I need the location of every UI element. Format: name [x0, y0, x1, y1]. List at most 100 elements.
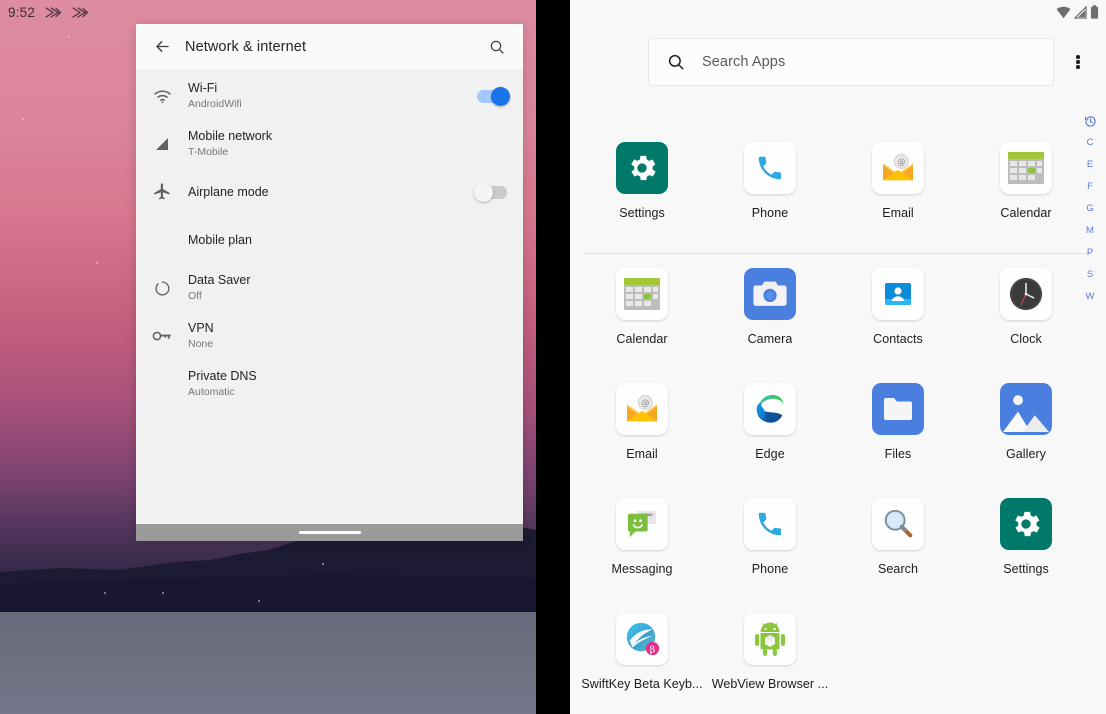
settings-row-label: Mobile plan	[188, 233, 461, 248]
app-label: Search	[878, 562, 918, 576]
app-label: Calendar	[1000, 206, 1051, 220]
app-item-calendar[interactable]: Calendar	[962, 138, 1090, 253]
settings-row-airplane-mode[interactable]: Airplane mode	[136, 168, 523, 216]
home-gesture-pill[interactable]	[299, 531, 361, 534]
app-label: Clock	[1010, 332, 1042, 346]
settings-row-vpn[interactable]: VPN None	[136, 312, 523, 360]
calendar-icon	[616, 268, 668, 320]
app-row: β SwiftKey Beta Keyb...	[578, 609, 1098, 709]
app-grid: Settings Phone @	[570, 138, 1106, 709]
index-letter[interactable]: M	[1079, 220, 1101, 242]
app-item-phone[interactable]: Phone	[706, 138, 834, 253]
app-item-clock[interactable]: Clock	[962, 264, 1090, 379]
magnifier-search-icon	[872, 498, 924, 550]
app-label: Settings	[619, 206, 665, 220]
settings-row-sublabel: Off	[188, 289, 461, 303]
signal-cellular-icon	[136, 135, 188, 153]
left-device-screen: 9:52 Network & internet	[0, 0, 536, 714]
search-placeholder: Search Apps	[702, 54, 785, 70]
settings-row-sublabel: T-Mobile	[188, 145, 461, 159]
contacts-icon	[872, 268, 924, 320]
wifi-icon	[136, 89, 188, 104]
app-label: SwiftKey Beta Keyb...	[581, 677, 702, 691]
app-item-phone[interactable]: Phone	[706, 494, 834, 609]
index-letter[interactable]: S	[1079, 264, 1101, 286]
index-letter[interactable]: F	[1079, 176, 1101, 198]
svg-text:@: @	[641, 398, 649, 408]
settings-row-label: Mobile network	[188, 129, 461, 144]
email-envelope-icon: @	[872, 142, 924, 194]
airplane-mode-toggle[interactable]	[477, 186, 507, 199]
app-label: Files	[885, 447, 912, 461]
right-status-bar	[1056, 3, 1099, 21]
svg-text:β: β	[650, 644, 656, 655]
index-letter[interactable]: E	[1079, 154, 1101, 176]
vpn-key-icon	[136, 330, 188, 342]
search-input[interactable]: Search Apps	[648, 38, 1054, 86]
more-vertical-icon[interactable]	[1058, 40, 1098, 84]
app-item-gallery[interactable]: Gallery	[962, 379, 1090, 494]
index-letter[interactable]: G	[1079, 198, 1101, 220]
settings-row-private-dns[interactable]: Private DNS Automatic	[136, 360, 523, 408]
navigation-bar	[136, 524, 523, 541]
phone-handset-icon	[744, 498, 796, 550]
swiftkey-icon: β	[616, 613, 668, 665]
app-item-settings[interactable]: Settings	[962, 494, 1090, 609]
settings-row-label: VPN	[188, 321, 461, 336]
recent-apps-divider	[584, 253, 1092, 254]
edge-browser-icon	[744, 383, 796, 435]
settings-row-mobile-network[interactable]: Mobile network T-Mobile	[136, 120, 523, 168]
swipe-indicator-icon	[44, 6, 62, 19]
app-item-webview-browser[interactable]: WebView Browser ...	[706, 609, 834, 709]
wifi-toggle[interactable]	[477, 90, 507, 103]
recent-history-icon[interactable]	[1084, 110, 1097, 132]
svg-text:@: @	[897, 157, 905, 167]
app-row: @ Email	[578, 379, 1098, 494]
app-item-swiftkey-beta-keyboard[interactable]: β SwiftKey Beta Keyb...	[578, 609, 706, 709]
drawer-top-bar: Search Apps	[570, 36, 1106, 88]
alphabet-index-scrollbar[interactable]: C E F G M P S W	[1078, 110, 1102, 308]
app-item-search[interactable]: Search	[834, 494, 962, 609]
index-letter[interactable]: P	[1079, 242, 1101, 264]
settings-row-label: Private DNS	[188, 369, 461, 384]
data-saver-icon	[136, 280, 188, 297]
calendar-icon	[1000, 142, 1052, 194]
search-icon[interactable]	[485, 35, 509, 59]
app-item-edge[interactable]: Edge	[706, 379, 834, 494]
settings-gear-icon	[1000, 498, 1052, 550]
app-label: Calendar	[616, 332, 667, 346]
swipe-indicator-icon	[71, 6, 89, 19]
app-item-camera[interactable]: Camera	[706, 264, 834, 379]
index-letter[interactable]: W	[1079, 286, 1101, 308]
app-label: Phone	[752, 562, 788, 576]
settings-row-sublabel: Automatic	[188, 385, 461, 399]
settings-row-control	[461, 90, 523, 103]
app-label: Edge	[755, 447, 784, 461]
settings-row-mobile-plan[interactable]: Mobile plan	[136, 216, 523, 264]
battery-icon	[1090, 5, 1099, 19]
email-envelope-icon: @	[616, 383, 668, 435]
phone-handset-icon	[744, 142, 796, 194]
index-letter[interactable]: C	[1079, 132, 1101, 154]
app-item-contacts[interactable]: Contacts	[834, 264, 962, 379]
settings-row-data-saver[interactable]: Data Saver Off	[136, 264, 523, 312]
app-item-email[interactable]: @ Email	[834, 138, 962, 253]
settings-row-control	[461, 186, 523, 199]
settings-row-sublabel: None	[188, 337, 461, 351]
app-item-files[interactable]: Files	[834, 379, 962, 494]
settings-header: Network & internet	[136, 24, 523, 69]
settings-list: Wi-Fi AndroidWifi Mobile network	[136, 69, 523, 524]
app-label: Phone	[752, 206, 788, 220]
app-item-calendar[interactable]: Calendar	[578, 264, 706, 379]
search-icon	[667, 53, 685, 71]
app-item-messaging[interactable]: Messaging	[578, 494, 706, 609]
app-label: Gallery	[1006, 447, 1046, 461]
status-clock: 9:52	[8, 5, 35, 20]
settings-row-label: Data Saver	[188, 273, 461, 288]
app-item-settings[interactable]: Settings	[578, 138, 706, 253]
left-status-bar: 9:52	[0, 0, 536, 24]
settings-row-wifi[interactable]: Wi-Fi AndroidWifi	[136, 72, 523, 120]
back-arrow-icon[interactable]	[149, 34, 175, 60]
vertical-divider	[461, 96, 462, 97]
app-item-email[interactable]: @ Email	[578, 379, 706, 494]
